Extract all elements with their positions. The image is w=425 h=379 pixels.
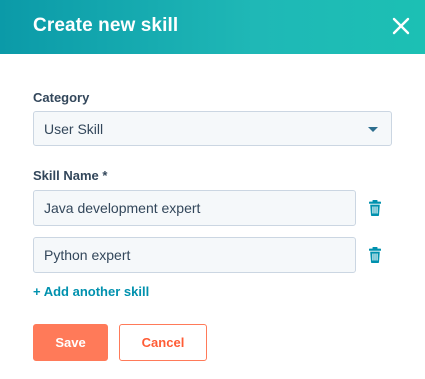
modal-header: Create new skill (0, 0, 425, 54)
close-icon (392, 17, 410, 35)
trash-icon (369, 247, 381, 263)
save-button[interactable]: Save (33, 324, 108, 361)
skill-name-label: Skill Name * (33, 168, 108, 183)
add-another-skill-link[interactable]: + Add another skill (33, 284, 149, 299)
caret-down-icon (368, 127, 378, 132)
delete-skill-button-1[interactable] (367, 199, 383, 217)
category-selected-value: User Skill (44, 121, 104, 137)
skill-name-input-1[interactable] (33, 190, 356, 226)
create-skill-modal: Create new skill Category User Skill Ski… (0, 0, 425, 379)
cancel-button[interactable]: Cancel (119, 324, 207, 361)
skill-name-input-2[interactable] (33, 237, 356, 273)
delete-skill-button-2[interactable] (367, 246, 383, 264)
category-select[interactable]: User Skill (33, 111, 392, 146)
category-label: Category (33, 90, 90, 105)
trash-icon (369, 200, 381, 216)
modal-title: Create new skill (33, 15, 179, 36)
close-button[interactable] (388, 13, 414, 39)
